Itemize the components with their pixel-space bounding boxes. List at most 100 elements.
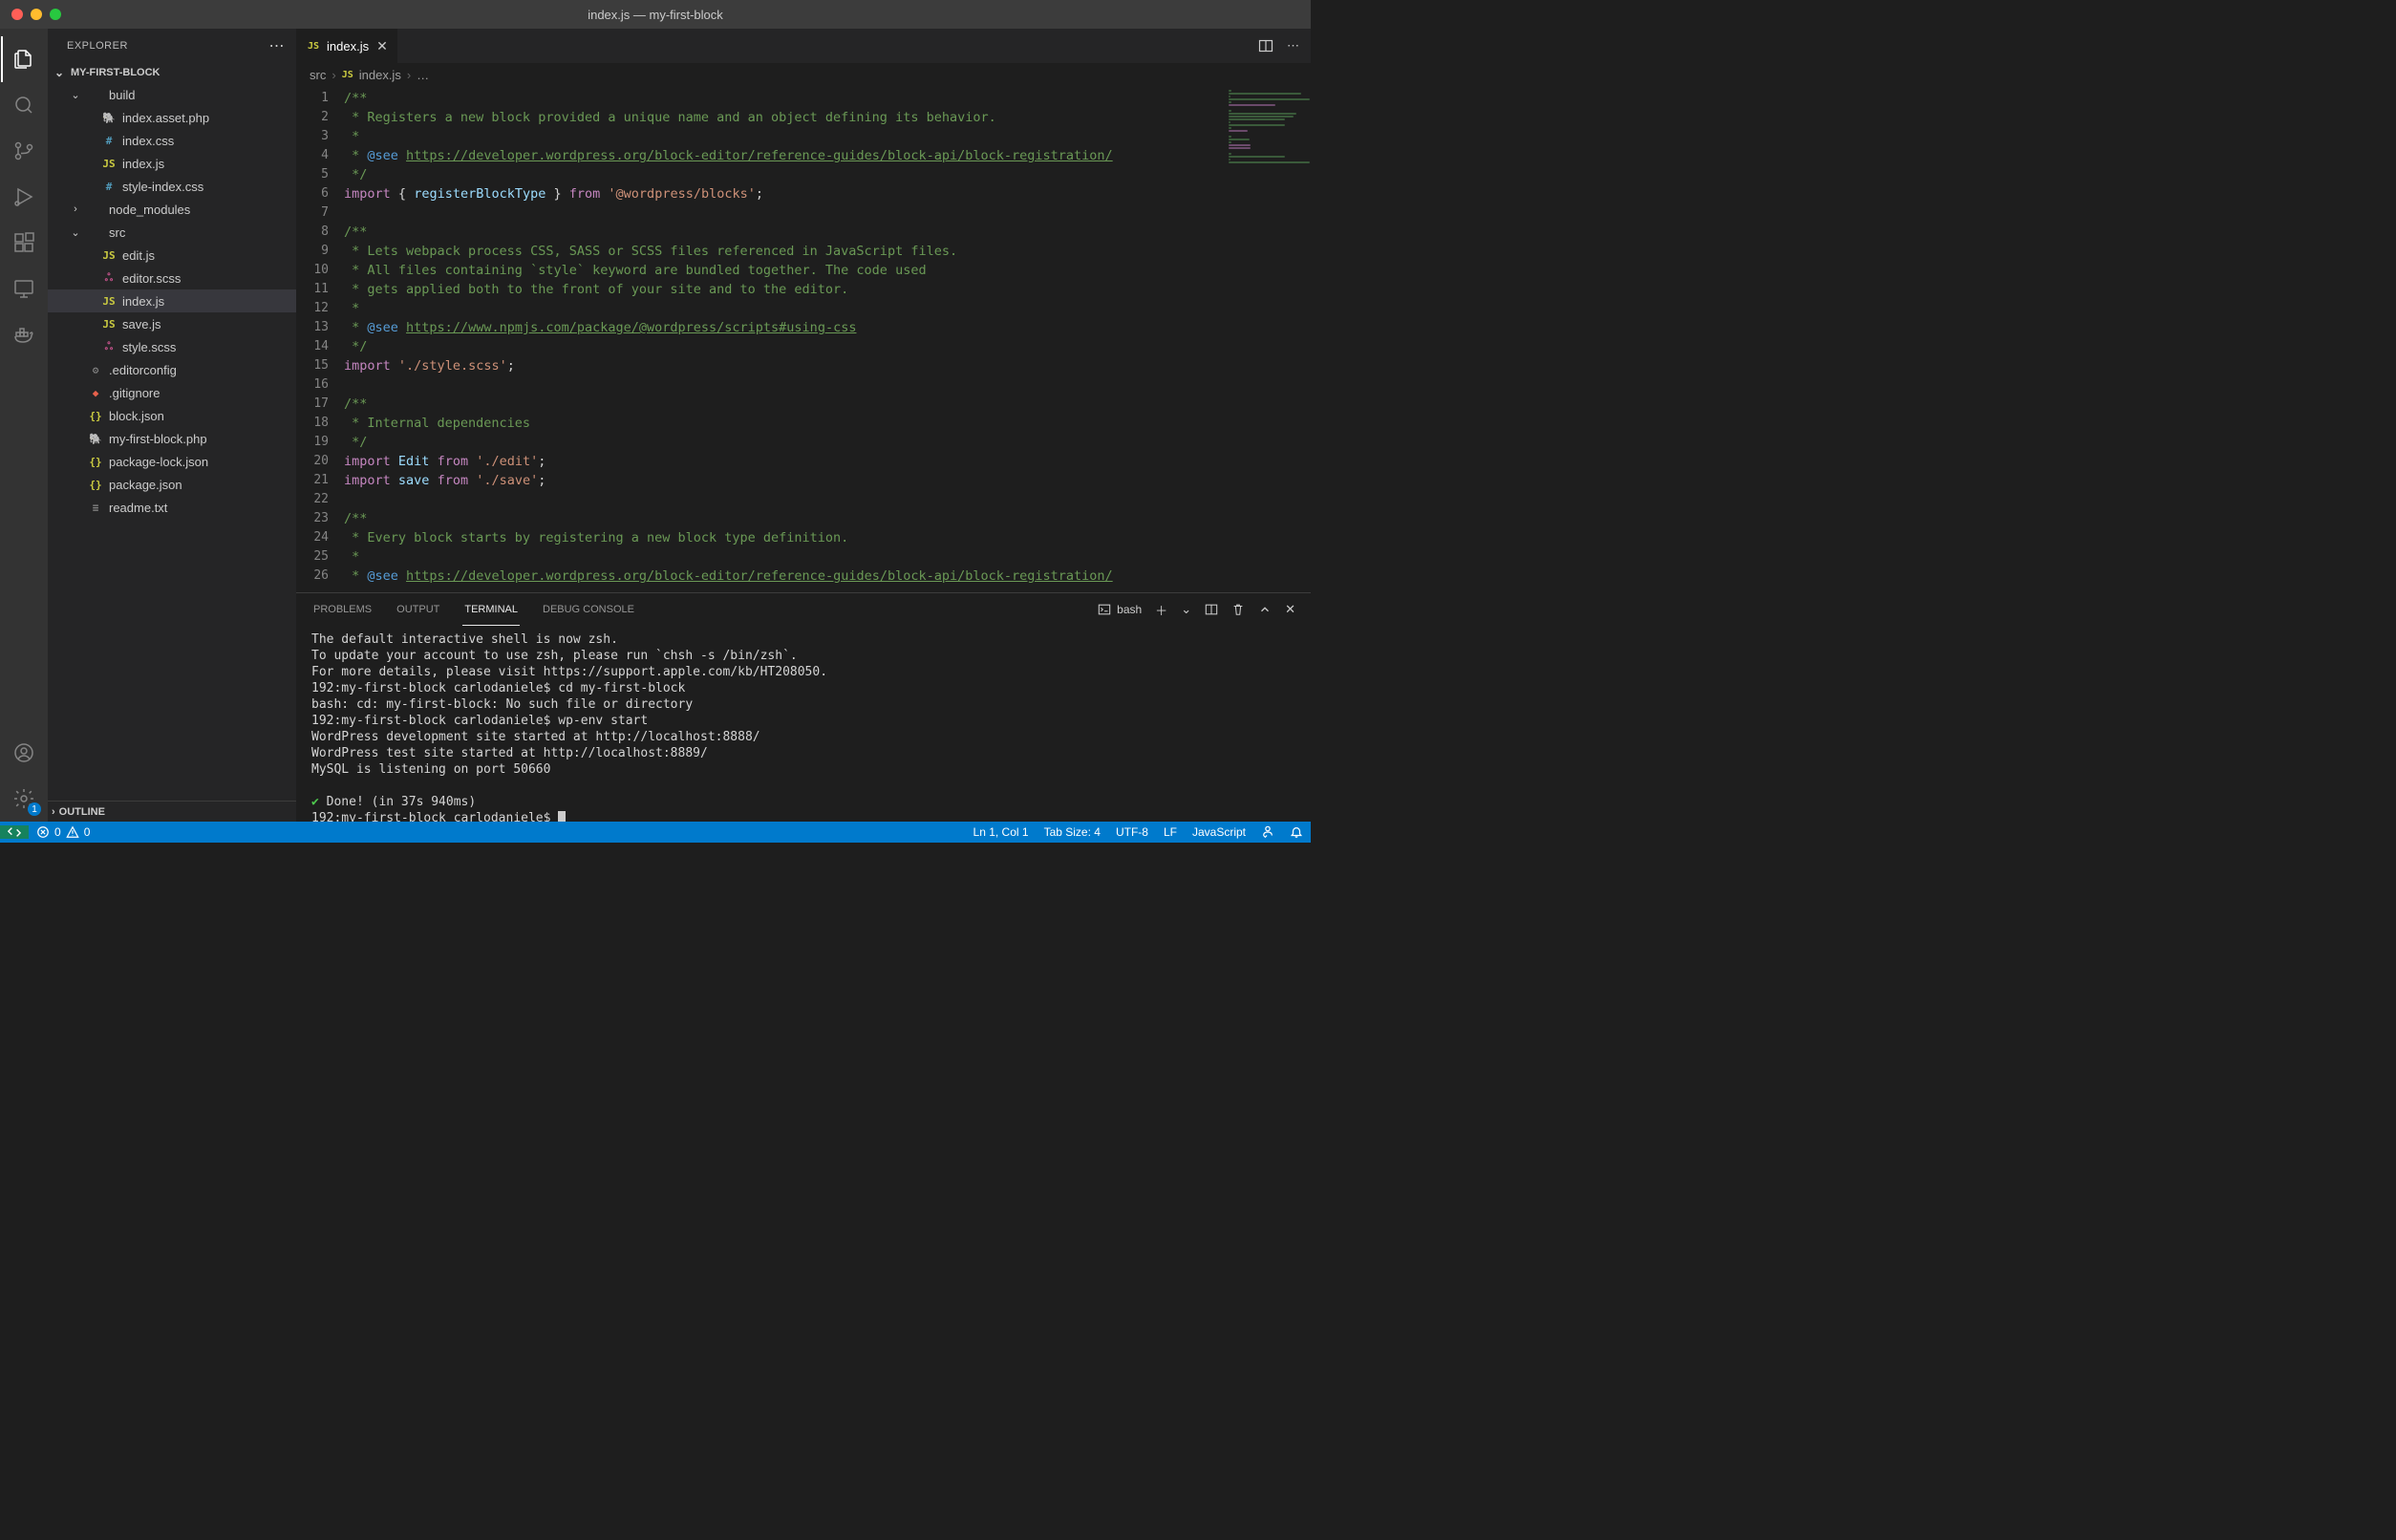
project-root[interactable]: ⌄ MY-FIRST-BLOCK bbox=[48, 62, 296, 83]
panel: PROBLEMS OUTPUT TERMINAL DEBUG CONSOLE b… bbox=[296, 592, 1311, 822]
split-editor-button[interactable] bbox=[1258, 38, 1273, 53]
terminal-dropdown-button[interactable]: ⌄ bbox=[1181, 602, 1191, 617]
terminal-shell-selector[interactable]: bash bbox=[1098, 603, 1142, 616]
split-terminal-button[interactable] bbox=[1205, 603, 1218, 616]
activity-explorer[interactable] bbox=[1, 36, 47, 82]
files-icon bbox=[12, 48, 35, 71]
tree-file[interactable]: ⚙.editorconfig bbox=[48, 358, 296, 381]
activity-settings[interactable]: 1 bbox=[1, 776, 47, 822]
tree-folder[interactable]: ›node_modules bbox=[48, 198, 296, 221]
remote-icon bbox=[8, 825, 21, 839]
status-cursor-position[interactable]: Ln 1, Col 1 bbox=[966, 825, 1037, 839]
status-remote[interactable] bbox=[0, 825, 29, 839]
tree-file[interactable]: 🐘index.asset.php bbox=[48, 106, 296, 129]
project-name: MY-FIRST-BLOCK bbox=[71, 67, 160, 78]
panel-tab-output[interactable]: OUTPUT bbox=[395, 593, 441, 626]
maximize-panel-button[interactable] bbox=[1258, 603, 1272, 616]
editor-group: JS index.js ✕ ⋯ src › JS index.js › … 12… bbox=[296, 29, 1311, 822]
minimap[interactable] bbox=[1225, 86, 1311, 592]
panel-tab-debug[interactable]: DEBUG CONSOLE bbox=[541, 593, 636, 626]
tree-item-label: src bbox=[109, 225, 125, 240]
php-icon: 🐘 bbox=[88, 433, 103, 445]
tree-file[interactable]: ஃ style.scss bbox=[48, 335, 296, 358]
tree-file[interactable]: JSedit.js bbox=[48, 244, 296, 267]
remote-explorer-icon bbox=[12, 277, 35, 300]
panel-tab-terminal[interactable]: TERMINAL bbox=[462, 593, 520, 626]
terminal-icon bbox=[1098, 603, 1111, 616]
tree-item-label: package-lock.json bbox=[109, 455, 208, 469]
chevron-right-icon: › bbox=[332, 68, 335, 82]
trash-icon bbox=[1231, 603, 1245, 616]
tree-file[interactable]: ◆.gitignore bbox=[48, 381, 296, 404]
sidebar-more-button[interactable]: ⋯ bbox=[269, 36, 286, 55]
tree-file[interactable]: JSsave.js bbox=[48, 312, 296, 335]
breadcrumb[interactable]: src › JS index.js › … bbox=[296, 63, 1311, 86]
window-minimize-button[interactable] bbox=[31, 9, 42, 20]
warning-icon bbox=[66, 825, 79, 839]
js-icon: JS bbox=[101, 158, 117, 170]
scss-icon: ஃ bbox=[101, 271, 117, 286]
window-maximize-button[interactable] bbox=[50, 9, 61, 20]
activity-source-control[interactable] bbox=[1, 128, 47, 174]
tab-close-button[interactable]: ✕ bbox=[376, 38, 388, 54]
editor-body[interactable]: 1234567891011121314151617181920212223242… bbox=[296, 86, 1311, 592]
activity-remote-explorer[interactable] bbox=[1, 266, 47, 311]
status-errors[interactable]: 0 0 bbox=[29, 825, 97, 839]
activity-search[interactable] bbox=[1, 82, 47, 128]
chevron-down-icon: ⌄ bbox=[52, 66, 67, 79]
window-close-button[interactable] bbox=[11, 9, 23, 20]
tree-file[interactable]: ≡readme.txt bbox=[48, 496, 296, 519]
activity-extensions[interactable] bbox=[1, 220, 47, 266]
breadcrumb-file[interactable]: index.js bbox=[359, 68, 401, 82]
tree-file[interactable]: #index.css bbox=[48, 129, 296, 152]
tree-item-label: block.json bbox=[109, 409, 164, 423]
line-numbers: 1234567891011121314151617181920212223242… bbox=[296, 86, 344, 592]
status-eol[interactable]: LF bbox=[1156, 825, 1185, 839]
json-icon: {} bbox=[88, 479, 103, 491]
feedback-icon bbox=[1261, 825, 1274, 839]
tab-filename: index.js bbox=[327, 39, 369, 53]
terminal-output[interactable]: The default interactive shell is now zsh… bbox=[296, 626, 1311, 822]
error-count: 0 bbox=[54, 825, 61, 839]
panel-actions: bash ＋ ⌄ ✕ bbox=[1098, 601, 1295, 619]
status-encoding[interactable]: UTF-8 bbox=[1108, 825, 1156, 839]
tree-file[interactable]: {} package-lock.json bbox=[48, 450, 296, 473]
code-area[interactable]: /** * Registers a new block provided a u… bbox=[344, 86, 1225, 592]
tab-index-js[interactable]: JS index.js ✕ bbox=[296, 29, 398, 63]
new-terminal-button[interactable]: ＋ bbox=[1155, 601, 1167, 619]
status-indentation[interactable]: Tab Size: 4 bbox=[1037, 825, 1108, 839]
panel-tab-problems[interactable]: PROBLEMS bbox=[311, 593, 374, 626]
activity-bar: 1 bbox=[0, 29, 48, 822]
outline-label: OUTLINE bbox=[59, 806, 105, 818]
json-icon: {} bbox=[88, 456, 103, 468]
tree-file[interactable]: {}package.json bbox=[48, 473, 296, 496]
activity-docker[interactable] bbox=[1, 311, 47, 357]
git-icon: ◆ bbox=[88, 387, 103, 399]
activity-run-debug[interactable] bbox=[1, 174, 47, 220]
status-notifications[interactable] bbox=[1282, 825, 1311, 839]
status-language[interactable]: JavaScript bbox=[1185, 825, 1253, 839]
split-icon bbox=[1258, 38, 1273, 53]
tree-file[interactable]: {}block.json bbox=[48, 404, 296, 427]
tree-file[interactable]: 🐘 my-first-block.php bbox=[48, 427, 296, 450]
tree-folder[interactable]: ⌄build bbox=[48, 83, 296, 106]
tree-file[interactable]: ஃeditor.scss bbox=[48, 267, 296, 289]
tree-folder[interactable]: ⌄src bbox=[48, 221, 296, 244]
tree-item-label: index.js bbox=[122, 157, 164, 171]
close-panel-button[interactable]: ✕ bbox=[1285, 602, 1295, 617]
docker-icon bbox=[12, 323, 35, 346]
tree-item-label: my-first-block.php bbox=[109, 432, 207, 446]
tree-item-label: .editorconfig bbox=[109, 363, 177, 377]
outline-section[interactable]: › OUTLINE bbox=[48, 801, 296, 822]
breadcrumb-symbol[interactable]: … bbox=[417, 68, 429, 82]
breadcrumb-folder[interactable]: src bbox=[310, 68, 326, 82]
status-feedback[interactable] bbox=[1253, 825, 1282, 839]
tree-item-label: style.scss bbox=[122, 340, 176, 354]
tree-file[interactable]: JS index.js bbox=[48, 152, 296, 175]
scss-icon: ஃ bbox=[101, 340, 117, 354]
tree-file[interactable]: JSindex.js bbox=[48, 289, 296, 312]
tree-file[interactable]: #style-index.css bbox=[48, 175, 296, 198]
activity-accounts[interactable] bbox=[1, 730, 47, 776]
editor-more-button[interactable]: ⋯ bbox=[1287, 38, 1299, 53]
kill-terminal-button[interactable] bbox=[1231, 603, 1245, 616]
